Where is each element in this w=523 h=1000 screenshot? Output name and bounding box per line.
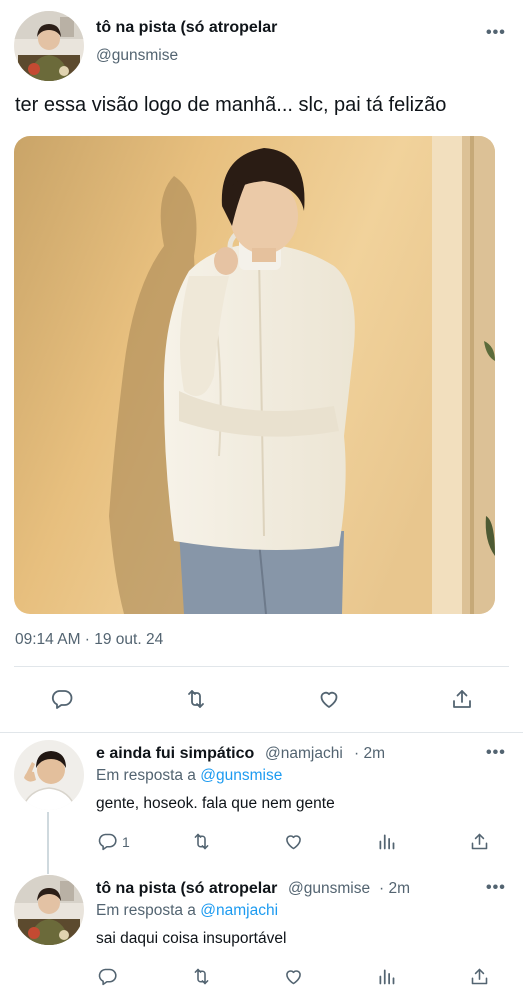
reply-count: 1: [122, 834, 130, 850]
reply-icon[interactable]: [91, 960, 123, 992]
more-options-icon[interactable]: •••: [486, 879, 506, 897]
tweet-photo[interactable]: [14, 136, 495, 614]
analytics-icon[interactable]: [370, 825, 402, 857]
display-name[interactable]: tô na pista (só atropelar: [96, 19, 277, 37]
retweet-icon[interactable]: [185, 825, 217, 857]
retweet-icon[interactable]: [185, 960, 217, 992]
tweet-text: ter essa visão logo de manhã... slc, pai…: [15, 94, 447, 116]
reply-age[interactable]: · 2m: [379, 880, 410, 898]
more-options-icon[interactable]: •••: [486, 24, 506, 42]
reply-context: Em resposta a @namjachi: [96, 902, 278, 920]
reply-prefix: Em resposta a: [96, 902, 196, 919]
share-icon[interactable]: [463, 960, 495, 992]
user-handle[interactable]: @gunsmise: [288, 880, 370, 898]
display-name[interactable]: e ainda fui simpático: [96, 745, 254, 763]
share-icon[interactable]: [463, 825, 495, 857]
like-icon[interactable]: [277, 960, 309, 992]
reply-context: Em resposta a @gunsmise: [96, 767, 282, 785]
avatar[interactable]: [14, 740, 84, 810]
reply-age[interactable]: · 2m: [354, 745, 385, 763]
reply-text: sai daqui coisa insuportável: [96, 930, 287, 947]
divider: [14, 666, 509, 667]
like-icon[interactable]: [277, 825, 309, 857]
retweet-icon[interactable]: [180, 683, 212, 715]
reply-text: gente, hoseok. fala que nem gente: [96, 795, 335, 812]
main-tweet: tô na pista (só atropelar @gunsmise ••• …: [0, 0, 523, 732]
reply-to-link[interactable]: @gunsmise: [200, 767, 282, 784]
analytics-icon[interactable]: [370, 960, 402, 992]
user-handle[interactable]: @gunsmise: [96, 47, 178, 65]
reply-icon[interactable]: [46, 683, 78, 715]
avatar[interactable]: [14, 11, 84, 81]
more-options-icon[interactable]: •••: [486, 744, 506, 762]
share-icon[interactable]: [446, 683, 478, 715]
avatar[interactable]: [14, 875, 84, 945]
reply-to-link[interactable]: @namjachi: [200, 902, 278, 919]
like-icon[interactable]: [313, 683, 345, 715]
tweet-timestamp[interactable]: 09:14 AM · 19 out. 24: [15, 631, 163, 649]
divider: [0, 732, 523, 733]
user-handle[interactable]: @namjachi: [265, 745, 343, 763]
reply-prefix: Em resposta a: [96, 767, 196, 784]
reply-icon[interactable]: [91, 825, 123, 857]
thread-connector: [47, 812, 49, 874]
display-name[interactable]: tô na pista (só atropelar: [96, 880, 277, 898]
